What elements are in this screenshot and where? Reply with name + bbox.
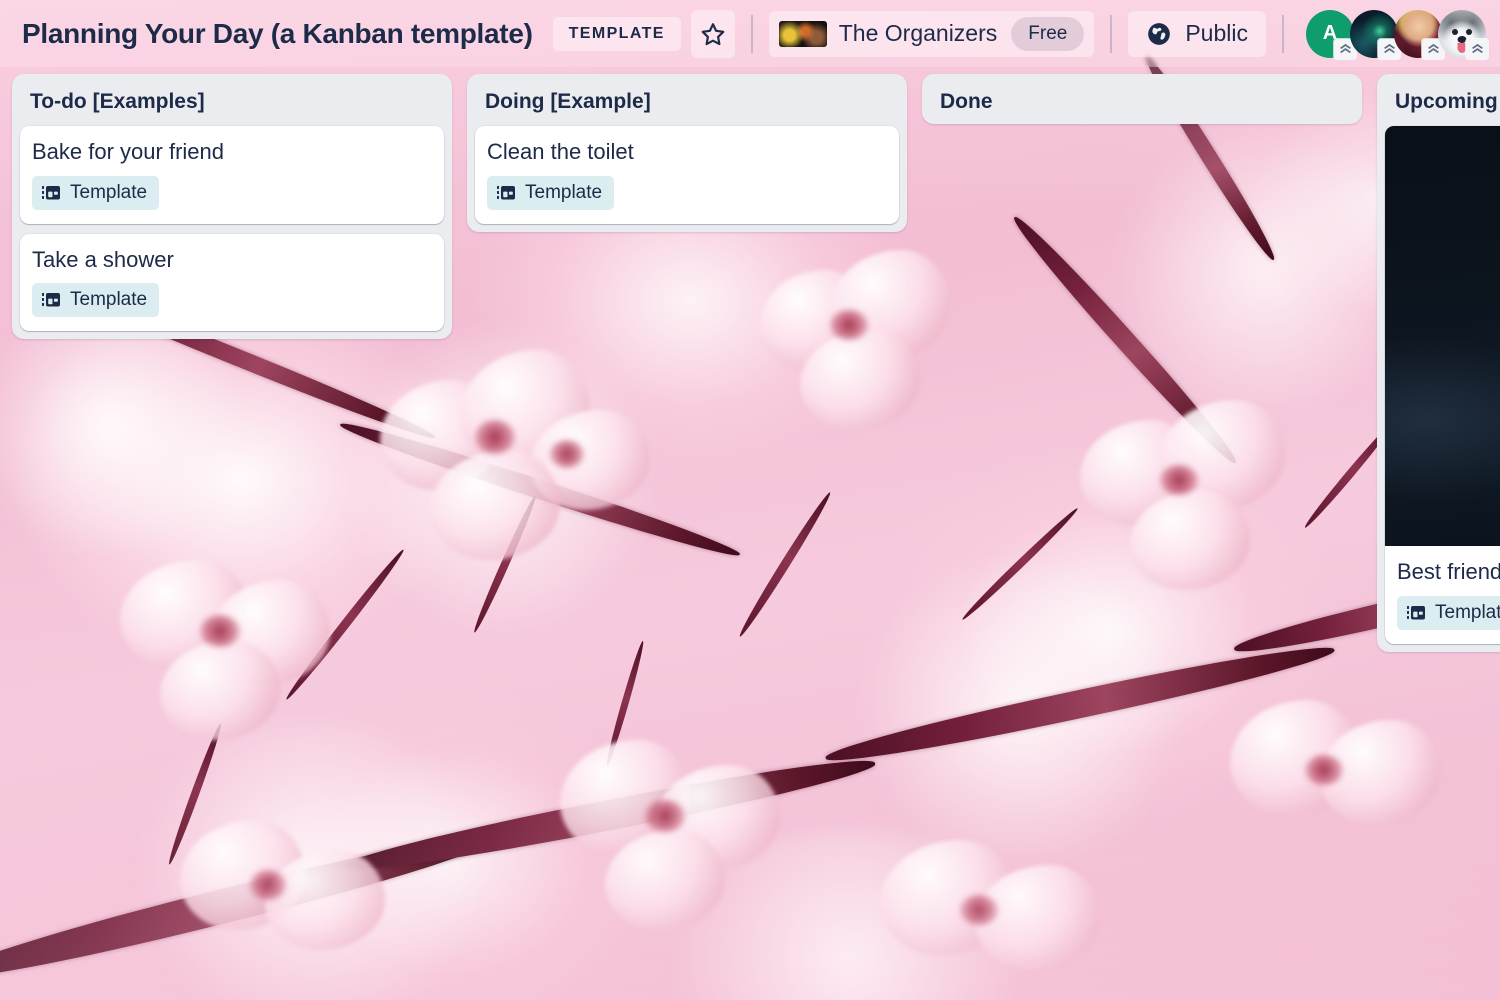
card-template-badge[interactable]: Template [32,175,160,210]
list-doing[interactable]: Doing [Example] Clean the toilet Templat… [467,74,907,232]
card-template-badge[interactable]: Template [32,283,160,317]
page-title: Planning Your Day (a Kanban template) [22,17,533,49]
header-divider-2 [1110,14,1113,53]
card[interactable]: Best friend Template [1385,126,1500,644]
badge-label: Template [70,181,148,203]
workspace-name: The Organizers [838,20,998,46]
card-cover-image [1385,126,1500,546]
globe-icon [1148,22,1171,45]
list-header: To-do [Examples] [20,84,444,126]
card-template-badge[interactable]: Template [487,175,615,210]
workspace-logo-image [778,20,827,47]
list-title[interactable]: Done [940,90,1344,114]
list-header: Upcoming [1385,84,1500,126]
list-header: Done [930,84,1354,122]
badge-label: Template [1435,601,1500,623]
avatar-badge [1466,38,1488,59]
list-upcoming[interactable]: Upcoming Best friend Templat [1377,74,1500,652]
template-board-icon [42,185,60,199]
template-board-icon [42,293,60,307]
template-badge[interactable]: TEMPLATE [552,16,681,51]
avatar-initial-a[interactable]: A [1306,9,1356,59]
board-canvas: To-do [Examples] Bake for your friend Te… [0,74,1500,652]
card-title: Take a shower [32,246,174,272]
card[interactable]: Clean the toilet Template [475,126,899,224]
card-title: Bake for your friend [32,139,224,164]
list-title[interactable]: Upcoming [1395,90,1500,114]
card[interactable]: Take a shower Template [20,233,444,331]
star-button[interactable] [690,9,735,58]
star-outline-icon [701,22,725,45]
avatar-space[interactable] [1350,9,1400,59]
trello-board-app: Planning Your Day (a Kanban template) TE… [0,0,1500,1000]
member-avatars: A [1306,9,1488,59]
list-title[interactable]: Doing [Example] [485,90,889,114]
card-template-badge[interactable]: Template [1397,595,1500,630]
card[interactable]: Bake for your friend Template [20,126,444,224]
header-divider-1 [750,14,753,53]
board-header: Planning Your Day (a Kanban template) TE… [0,0,1500,67]
template-board-icon [1407,605,1425,619]
header-divider-3 [1282,14,1284,53]
visibility-button[interactable]: Public [1128,10,1266,57]
list-done[interactable]: Done [922,74,1362,124]
workspace-button[interactable]: The Organizers Free [768,10,1095,57]
visibility-label: Public [1185,20,1248,46]
workspace-plan-badge: Free [1011,16,1085,51]
list-todo[interactable]: To-do [Examples] Bake for your friend Te… [12,74,452,339]
chevron-stack-icon [1471,43,1483,54]
avatar-dog[interactable] [1438,9,1488,59]
template-board-icon [497,185,515,199]
list-header: Doing [Example] [475,84,899,126]
badge-label: Template [70,289,148,310]
avatar-portrait[interactable] [1394,9,1444,59]
badge-label: Template [525,181,603,203]
list-title[interactable]: To-do [Examples] [30,90,434,114]
card-title: Best friend [1397,559,1500,584]
card-title: Clean the toilet [487,139,634,164]
